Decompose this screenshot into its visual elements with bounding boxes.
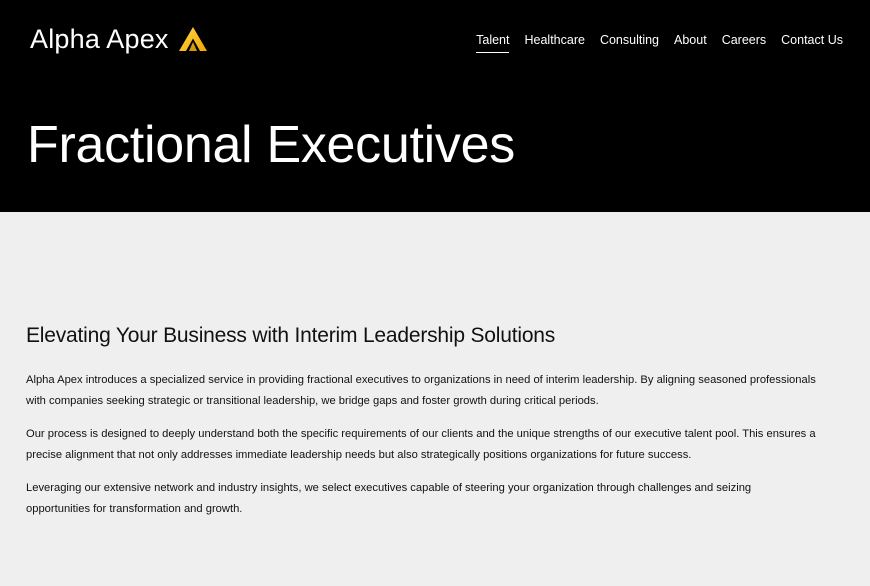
- nav-item-talent[interactable]: Talent: [476, 31, 510, 53]
- main-nav: Talent Healthcare Consulting About Caree…: [476, 31, 843, 53]
- nav-item-contact-us[interactable]: Contact Us: [781, 31, 843, 53]
- site-header: Alpha Apex Talent Healthcare Consulting …: [0, 0, 870, 212]
- process-paragraph: Our process is designed to deeply unders…: [26, 428, 816, 461]
- home-logo-link[interactable]: Alpha Apex: [30, 22, 208, 56]
- nav-item-healthcare[interactable]: Healthcare: [524, 31, 584, 53]
- nav-item-about[interactable]: About: [674, 31, 707, 53]
- chevron-triangle-logo-icon: [178, 27, 207, 51]
- nav-item-careers[interactable]: Careers: [722, 31, 766, 53]
- page-title: Fractional Executives: [27, 116, 515, 174]
- section-heading: Elevating Your Business with Interim Lea…: [26, 324, 556, 347]
- intro-paragraph: Alpha Apex introduces a specialized serv…: [26, 374, 816, 407]
- brand-name: Alpha Apex: [30, 24, 169, 54]
- network-paragraph: Leveraging our extensive network and ind…: [26, 482, 752, 515]
- nav-item-consulting[interactable]: Consulting: [600, 31, 659, 53]
- main-content: Elevating Your Business with Interim Lea…: [26, 322, 816, 532]
